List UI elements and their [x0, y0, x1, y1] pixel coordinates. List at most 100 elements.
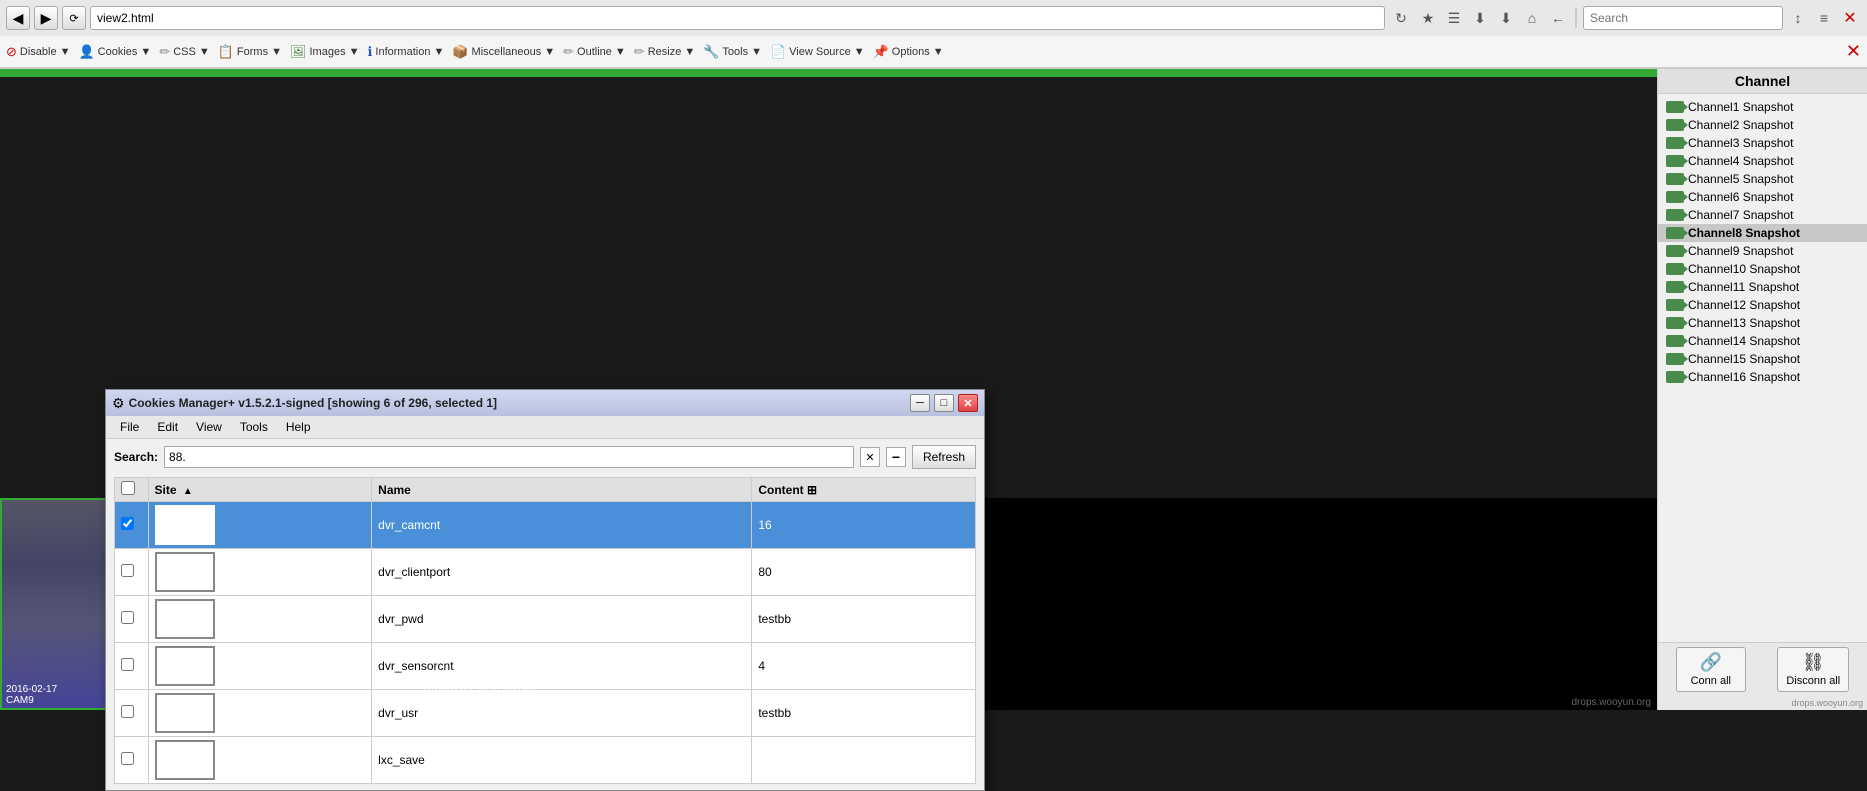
dialog-menu-view[interactable]: View: [188, 418, 230, 436]
row-3-checkbox-cell: [115, 643, 149, 690]
images-button[interactable]: 🖼 Images ▼: [290, 44, 359, 60]
address-bar[interactable]: [90, 6, 1385, 30]
channel-item-3[interactable]: Channel3 Snapshot: [1658, 134, 1867, 152]
channel-label-9: Channel9 Snapshot: [1688, 244, 1793, 258]
col-name[interactable]: Name: [372, 478, 752, 502]
channel-item-14[interactable]: Channel14 Snapshot: [1658, 332, 1867, 350]
dialog-close-button[interactable]: ✕: [958, 394, 978, 412]
channel-item-1[interactable]: Channel1 Snapshot: [1658, 98, 1867, 116]
disable-button[interactable]: ⊘ Disable ▼: [6, 44, 70, 60]
select-all-checkbox[interactable]: [121, 481, 135, 495]
table-row[interactable]: dvr_usr testbb: [115, 690, 976, 737]
channel-item-11[interactable]: Channel11 Snapshot: [1658, 278, 1867, 296]
channel-item-15[interactable]: Channel15 Snapshot: [1658, 350, 1867, 368]
search-clear-button[interactable]: ✕: [860, 447, 880, 467]
row-1-checkbox[interactable]: [121, 564, 134, 577]
miscellaneous-arrow: ▼: [544, 46, 555, 58]
channel-item-7[interactable]: Channel7 Snapshot: [1658, 206, 1867, 224]
dialog-app-icon: ⚙: [112, 395, 125, 412]
dialog-menu-file[interactable]: File: [112, 418, 147, 436]
table-row[interactable]: dvr_camcnt 16: [115, 502, 976, 549]
search-row: Search: ✕ − Refresh: [114, 445, 976, 469]
channel-item-2[interactable]: Channel2 Snapshot: [1658, 116, 1867, 134]
channel-item-10[interactable]: Channel10 Snapshot: [1658, 260, 1867, 278]
menu-icon[interactable]: ≡: [1813, 7, 1835, 29]
dev-close-icon[interactable]: ✕: [1846, 41, 1861, 62]
bookmark-icon[interactable]: ★: [1417, 7, 1439, 29]
css-button[interactable]: ✏ CSS ▼: [159, 44, 209, 60]
channel-item-5[interactable]: Channel5 Snapshot: [1658, 170, 1867, 188]
dialog-minimize-button[interactable]: ─: [910, 394, 930, 412]
search-input[interactable]: [164, 446, 854, 468]
channel-item-12[interactable]: Channel12 Snapshot: [1658, 296, 1867, 314]
home-nav-icon[interactable]: ⌂: [1521, 7, 1543, 29]
channel-item-16[interactable]: Channel16 Snapshot: [1658, 368, 1867, 386]
row-4-checkbox[interactable]: [121, 705, 134, 718]
reload-button[interactable]: ↻: [1389, 6, 1413, 30]
search-minus-button[interactable]: −: [886, 447, 906, 467]
resize-button[interactable]: ✏ Resize ▼: [634, 44, 695, 60]
images-arrow: ▼: [349, 46, 360, 58]
drops-watermark: drops.wooyun.org: [1658, 696, 1867, 710]
viewsource-button[interactable]: 📄 View Source ▼: [770, 44, 865, 60]
col-site[interactable]: Site ▲: [148, 478, 372, 502]
dialog-menu-tools[interactable]: Tools: [232, 418, 276, 436]
site-sort-icon: ▲: [183, 486, 193, 497]
channel-item-13[interactable]: Channel13 Snapshot: [1658, 314, 1867, 332]
channel-cam-icon-2: [1666, 119, 1684, 131]
channel-cam-icon-6: [1666, 191, 1684, 203]
miscellaneous-button[interactable]: 📦 Miscellaneous ▼: [452, 44, 555, 60]
forms-arrow: ▼: [271, 46, 282, 58]
resize-arrow: ▼: [684, 46, 695, 58]
table-row[interactable]: dvr_sensorcnt 4: [115, 643, 976, 690]
col-content[interactable]: Content ⊞: [752, 478, 976, 502]
miscellaneous-label: Miscellaneous: [472, 46, 542, 58]
download-icon[interactable]: ⬇: [1495, 7, 1517, 29]
reader-icon[interactable]: ☰: [1443, 7, 1465, 29]
table-row[interactable]: lxc_save: [115, 737, 976, 784]
forms-button[interactable]: 📋 Forms ▼: [218, 44, 282, 60]
row-0-checkbox[interactable]: [121, 517, 134, 530]
back-button[interactable]: ◀: [6, 6, 30, 30]
row-3-site: [148, 643, 372, 690]
back-nav-icon[interactable]: ←: [1547, 7, 1569, 29]
channel-item-8[interactable]: Channel8 Snapshot: [1658, 224, 1867, 242]
dialog-maximize-button[interactable]: □: [934, 394, 954, 412]
row-5-checkbox[interactable]: [121, 752, 134, 765]
forward-button[interactable]: ▶: [34, 6, 58, 30]
information-button[interactable]: ℹ Information ▼: [367, 44, 444, 60]
table-header-row: Site ▲ Name Content ⊞: [115, 478, 976, 502]
outline-button[interactable]: ✏ Outline ▼: [563, 44, 626, 60]
conn-all-button[interactable]: 🔗 Conn all: [1676, 647, 1746, 692]
channel-cam-icon-13: [1666, 317, 1684, 329]
dialog-menu-edit[interactable]: Edit: [149, 418, 186, 436]
row-2-checkbox[interactable]: [121, 611, 134, 624]
table-row[interactable]: dvr_pwd testbb: [115, 596, 976, 643]
channel-item-6[interactable]: Channel6 Snapshot: [1658, 188, 1867, 206]
browser-search-input[interactable]: [1583, 6, 1783, 30]
channel-item-9[interactable]: Channel9 Snapshot: [1658, 242, 1867, 260]
channel-cam-icon-12: [1666, 299, 1684, 311]
disconn-icon: ⛓: [1802, 652, 1825, 673]
disconn-all-button[interactable]: ⛓ Disconn all: [1777, 647, 1849, 692]
refresh-button[interactable]: Refresh: [912, 445, 976, 469]
pocket-icon[interactable]: ⬇: [1469, 7, 1491, 29]
camera-cell-8[interactable]: CAM8 2016-02-17 18:29:34 Ueb: [1243, 73, 1657, 77]
cookies-button[interactable]: 👤 Cookies ▼: [78, 44, 151, 60]
channel-item-4[interactable]: Channel4 Snapshot: [1658, 152, 1867, 170]
options-button[interactable]: 📌 Options ▼: [873, 44, 944, 60]
home-button[interactable]: ⟳: [62, 6, 86, 30]
camera-cell-5[interactable]: 2016-02-17 18:30:50 UebCAM5: [0, 73, 414, 77]
row-3-checkbox[interactable]: [121, 658, 134, 671]
channel-label-12: Channel12 Snapshot: [1688, 298, 1800, 312]
camera-cell-6[interactable]: CAM6 . 2016-02-17 18:29:38 Ueb: [414, 73, 828, 77]
close-icon[interactable]: ✕: [1839, 7, 1861, 29]
channel-label-2: Channel2 Snapshot: [1688, 118, 1793, 132]
tools-arrow: ▼: [751, 46, 762, 58]
camera-cell-7[interactable]: CAM7 2016-02-17 18:31:27 Ueb...: [829, 73, 1243, 77]
channel-cam-icon-10: [1666, 263, 1684, 275]
table-row[interactable]: dvr_clientport 80: [115, 549, 976, 596]
dialog-menu-help[interactable]: Help: [278, 418, 319, 436]
sync-icon[interactable]: ↕: [1787, 7, 1809, 29]
tools-button[interactable]: 🔧 Tools ▼: [703, 44, 762, 60]
